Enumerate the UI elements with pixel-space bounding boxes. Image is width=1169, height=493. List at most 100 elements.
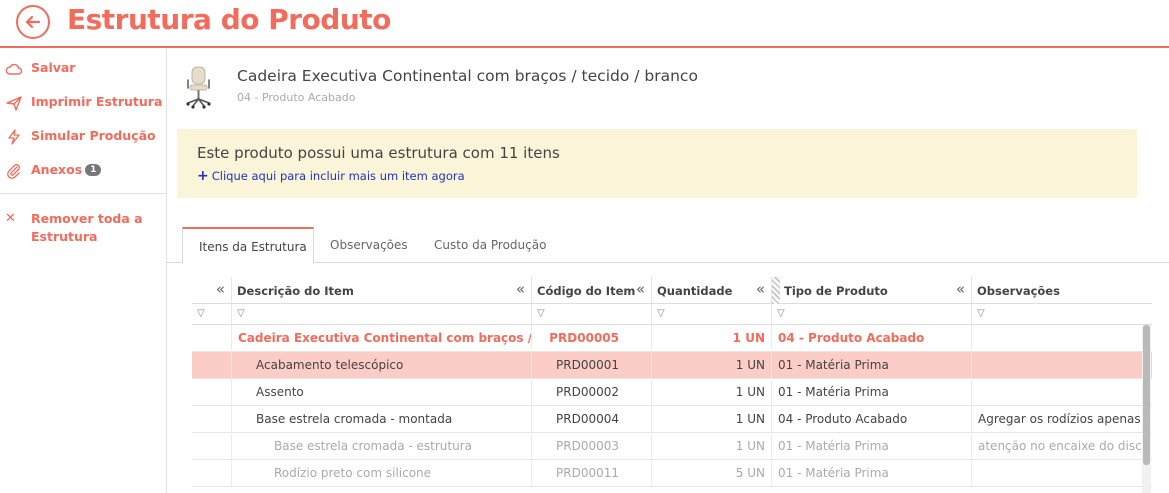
tab-observations[interactable]: Observações [330,227,408,263]
sidebar-divider [0,193,166,194]
item-description: Assento [232,379,532,406]
tree-cell [192,460,232,487]
notice-text: Este produto possui uma estrutura com 11… [197,144,560,162]
plus-icon: + [197,168,209,184]
cloud-icon [5,63,23,75]
print-structure-button[interactable]: Imprimir Estrutura [0,90,166,116]
add-item-link-label: Clique aqui para incluir mais um item ag… [211,169,465,183]
filter-icon[interactable]: ▽ [657,308,665,319]
remove-structure-button[interactable]: Remover toda a Estrutura [31,210,161,246]
tree-cell [192,352,232,379]
tree-cell [192,379,232,406]
grid-scrollbar[interactable] [1142,325,1151,493]
filter-icon[interactable]: ▽ [977,308,985,319]
save-button[interactable]: Salvar [0,56,166,82]
item-observations [972,460,1152,487]
collapse-icon[interactable]: « [516,280,525,298]
close-icon: ✕ [5,211,16,226]
item-code: PRD00003 [532,433,652,460]
table-row[interactable]: Base estrela cromada - montada PRD00004 … [192,406,1152,433]
item-description: Acabamento telescópico [232,352,532,379]
page-title: Estrutura do Produto [67,3,391,36]
filter-cell: ▽ [652,304,772,325]
filter-cell: ▽ [192,304,232,325]
print-structure-label: Imprimir Estrutura [31,94,163,109]
item-product-type: 04 - Produto Acabado [772,325,972,352]
structure-grid: « Descrição do Item « Código do Item « Q… [192,277,1152,493]
item-quantity: 1 UN [652,379,772,406]
item-quantity: 1 UN [652,406,772,433]
tree-cell [192,433,232,460]
tab-production-cost[interactable]: Custo da Produção [434,227,546,263]
grid-header-label: Descrição do Item [237,284,354,298]
back-button[interactable] [16,5,50,39]
filter-cell: ▽ [532,304,652,325]
tab-structure-items[interactable]: Itens da Estrutura [182,227,314,264]
item-observations [972,379,1152,406]
item-code: PRD00002 [532,379,652,406]
item-description: Base estrela cromada - montada [232,406,532,433]
item-product-type: 01 - Matéria Prima [772,433,972,460]
item-quantity: 1 UN [652,433,772,460]
table-row[interactable]: Base estrela cromada - estrutura PRD0000… [192,433,1152,460]
chair-image [186,66,211,109]
item-description: Rodízio preto com silicone [232,460,532,487]
collapse-icon[interactable]: « [956,280,965,298]
item-quantity: 1 UN [652,352,772,379]
send-icon [6,96,22,111]
grid-header-label: Quantidade [657,284,733,298]
grid-header-observations[interactable]: Observações [972,277,1152,304]
simulate-production-button[interactable]: Simular Produção [0,124,166,150]
product-name: Cadeira Executiva Continental com braços… [237,67,698,85]
collapse-icon[interactable]: « [636,280,645,298]
item-product-type: 01 - Matéria Prima [772,460,972,487]
sidebar: Salvar Imprimir Estrutura Simular Produç… [0,48,167,493]
grid-header-label: Observações [977,284,1060,298]
item-code: PRD00004 [532,406,652,433]
table-row[interactable]: Rodízio preto com silicone PRD00011 5 UN… [192,460,1152,487]
item-code: PRD00011 [532,460,652,487]
item-observations [972,352,1152,379]
item-product-type: 04 - Produto Acabado [772,406,972,433]
grid-header-quantity[interactable]: Quantidade « [652,277,772,304]
filter-icon[interactable]: ▽ [197,308,205,319]
filter-icon[interactable]: ▽ [237,308,245,319]
app-header: Estrutura do Produto [0,0,1169,48]
attachments-count-badge: 1 [85,164,102,176]
item-quantity: 5 UN [652,460,772,487]
item-description: Base estrela cromada - estrutura [232,433,532,460]
grid-header-product-type[interactable]: Tipo de Produto « [772,277,972,304]
item-description: Cadeira Executiva Continental com braços… [232,325,532,352]
filter-icon[interactable]: ▽ [537,308,545,319]
item-code: PRD00005 [532,325,652,352]
item-code: PRD00001 [532,352,652,379]
attachments-button[interactable]: Anexos 1 [0,158,166,184]
filter-cell: ▽ [972,304,1152,325]
table-row[interactable]: Assento PRD00002 1 UN 01 - Matéria Prima [192,379,1152,406]
grid-header-tree: « [192,277,232,304]
item-product-type: 01 - Matéria Prima [772,352,972,379]
column-resize-handle[interactable] [772,277,780,304]
scrollbar-thumb[interactable] [1143,325,1150,465]
grid-header-description[interactable]: Descrição do Item « [232,277,532,304]
filter-icon[interactable]: ▽ [777,308,785,319]
paperclip-icon [7,164,20,179]
attachments-label: Anexos [31,162,83,177]
grid-header-label: Tipo de Produto [784,284,888,298]
table-row[interactable]: Cadeira Executiva Continental com braços… [192,325,1152,352]
collapse-icon[interactable]: « [216,280,225,298]
add-item-link[interactable]: + Clique aqui para incluir mais um item a… [197,168,465,184]
item-observations: atenção no encaixe do disco c [978,439,1152,453]
collapse-icon[interactable]: « [756,280,765,298]
table-row[interactable]: Acabamento telescópico PRD00001 1 UN 01 … [192,352,1152,379]
save-label: Salvar [31,60,76,75]
item-observations: Agregar os rodízios apenas em [978,412,1152,426]
grid-header-code[interactable]: Código do Item « [532,277,652,304]
item-product-type: 01 - Matéria Prima [772,379,972,406]
tree-cell [192,406,232,433]
attachments-label-wrap: Anexos 1 [31,162,102,177]
simulate-production-label: Simular Produção [31,128,156,143]
tree-cell [192,325,232,352]
arrow-left-icon [25,15,41,29]
item-observations [972,325,1152,352]
